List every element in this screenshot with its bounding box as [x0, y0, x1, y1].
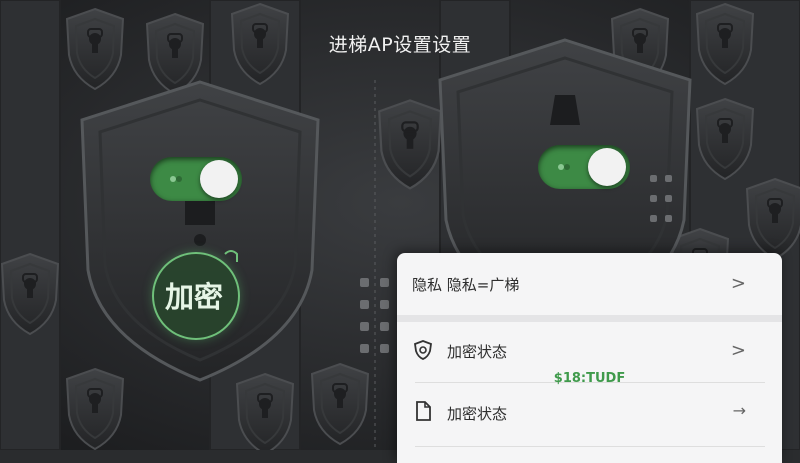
- toggle-left[interactable]: [150, 157, 242, 201]
- section-divider: [397, 315, 782, 322]
- document-icon: [416, 401, 431, 421]
- encryption-status-row-2[interactable]: 加密状态 →: [397, 388, 782, 446]
- toggle-indicator-icon: [558, 164, 570, 170]
- encryption-status-label-2: 加密状态: [447, 405, 508, 423]
- overlay-code: $18:TUDF: [553, 371, 626, 386]
- chevron-right-icon: >: [730, 273, 746, 294]
- toggle-indicator-icon: [170, 176, 182, 182]
- row-divider: [415, 446, 765, 447]
- toggle-right[interactable]: [538, 145, 630, 189]
- chevron-right-icon: >: [730, 340, 746, 361]
- encryption-badge[interactable]: 加密: [148, 248, 240, 340]
- settings-panel: 隐私 隐私=广梯 > 加密状态 > $18:TUDF 加密状态 →: [397, 253, 782, 463]
- badge-label: 加密: [164, 280, 223, 314]
- shield-icon: [414, 340, 432, 360]
- privacy-label: 隐私 隐私=广梯: [412, 276, 520, 294]
- toggle-knob: [588, 148, 626, 186]
- privacy-row[interactable]: 隐私 隐私=广梯 >: [397, 253, 782, 315]
- page-title: 进梯AP设置设置: [328, 34, 472, 56]
- toggle-knob: [200, 160, 238, 198]
- arrow-right-icon: →: [732, 401, 746, 420]
- encryption-status-label: 加密状态: [447, 343, 508, 361]
- badge-corner-icon: [224, 250, 238, 262]
